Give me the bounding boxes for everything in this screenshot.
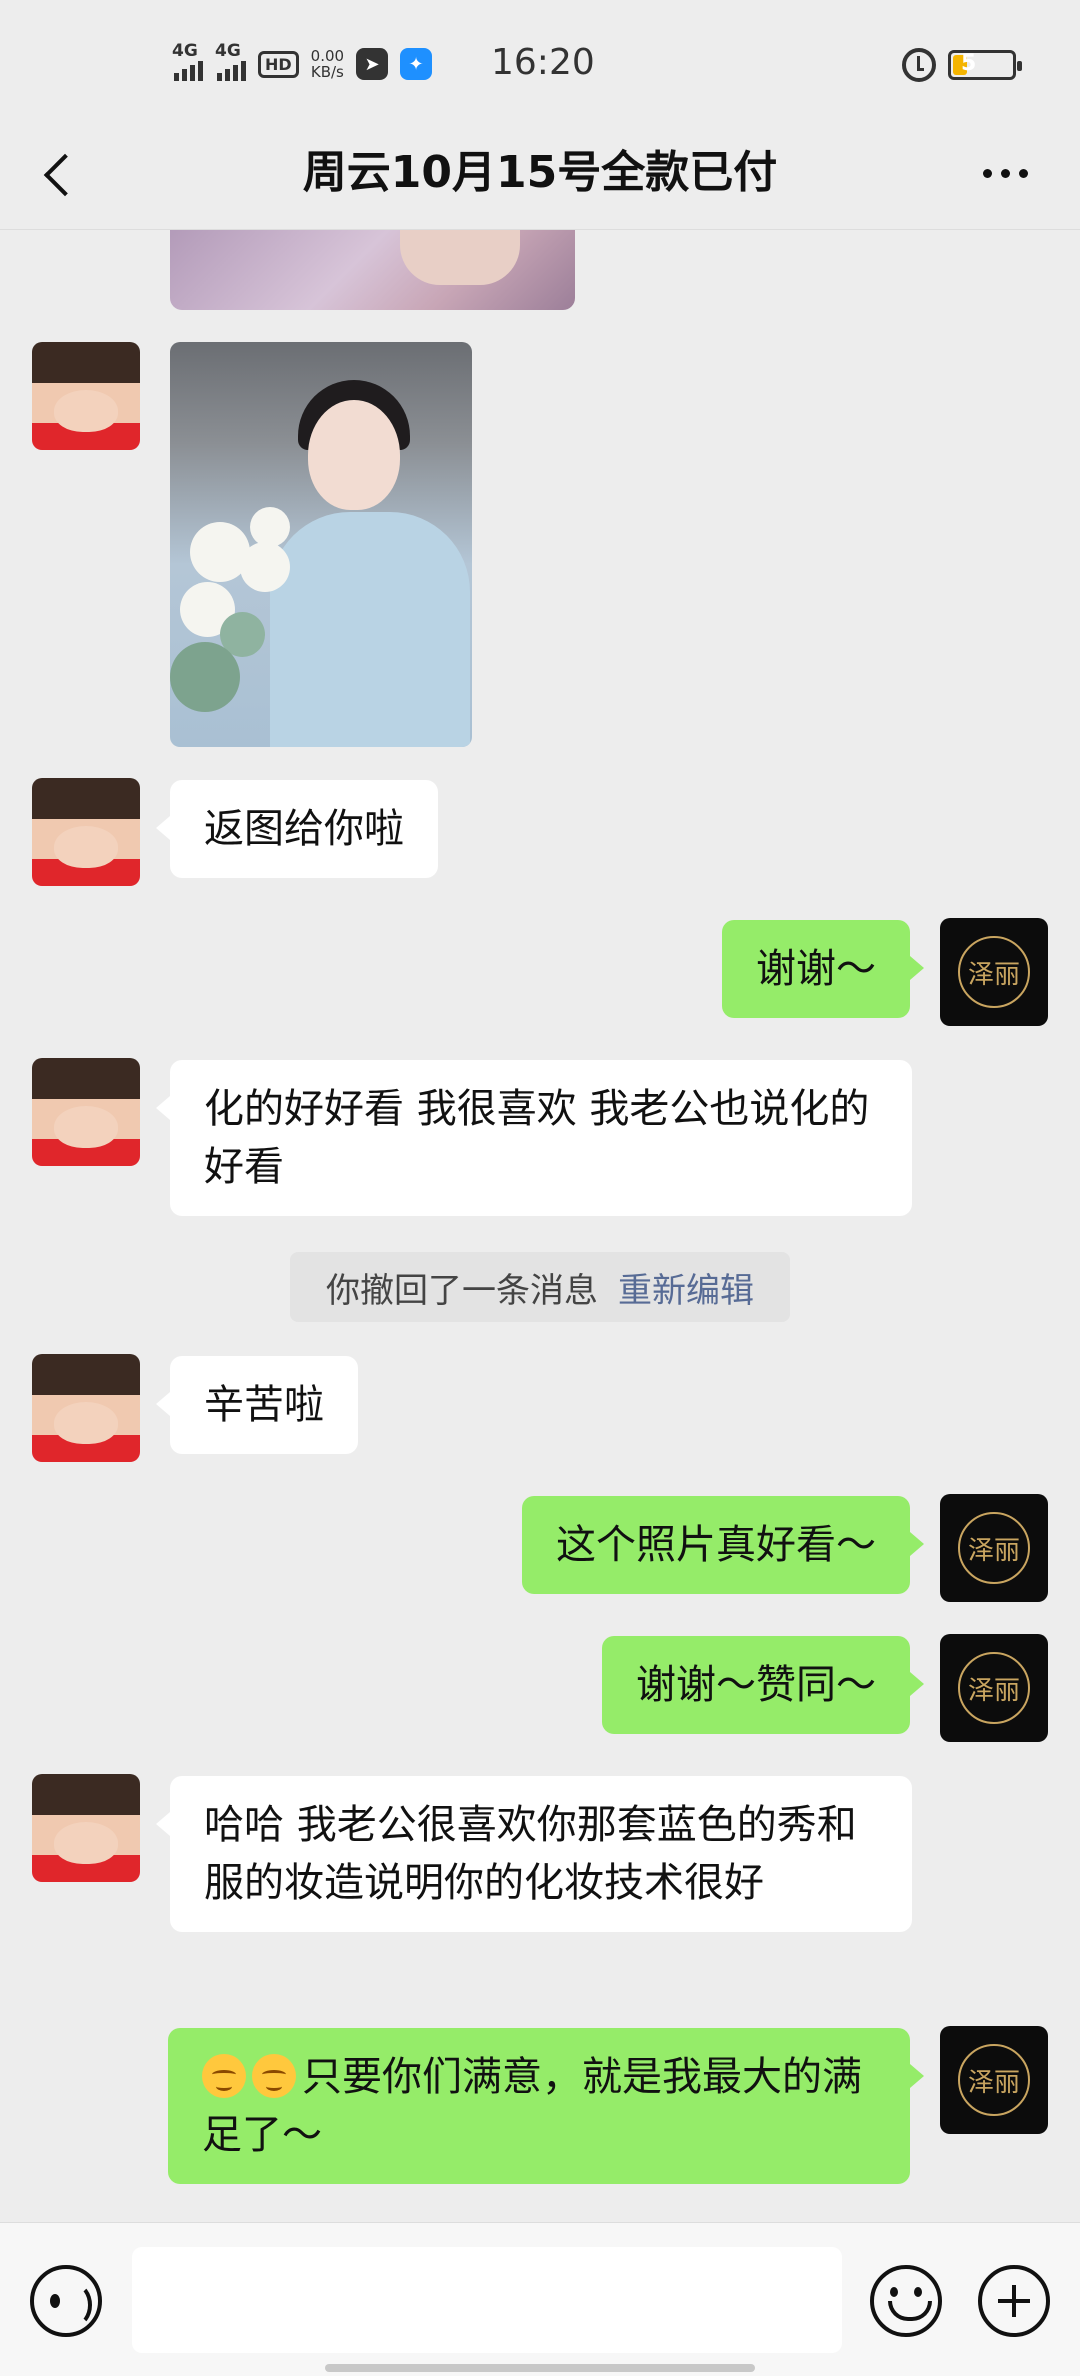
brand-logo: 泽丽 xyxy=(958,936,1030,1008)
incoming-message[interactable]: 化的好好看 我很喜欢 我老公也说化的好看 xyxy=(156,1060,912,1216)
signal-label: 4G xyxy=(215,41,241,61)
app-notification-icon: ✦ xyxy=(400,48,433,80)
net-speed: 0.00 KB/s xyxy=(311,48,344,80)
message-text: 只要你们满意，就是我最大的满足了～ xyxy=(202,2054,862,2158)
message-input[interactable] xyxy=(132,2247,842,2353)
image-message[interactable] xyxy=(170,230,575,310)
brand-logo: 泽丽 xyxy=(958,1512,1030,1584)
more-button[interactable] xyxy=(970,138,1040,208)
brand-logo: 泽丽 xyxy=(958,2044,1030,2116)
chat-title: 周云10月15号全款已付 xyxy=(302,147,778,198)
contact-avatar[interactable] xyxy=(32,1774,140,1882)
home-indicator[interactable] xyxy=(325,2364,755,2372)
contact-avatar[interactable] xyxy=(32,1354,140,1462)
net-speed-unit: KB/s xyxy=(310,63,344,81)
contact-avatar[interactable] xyxy=(32,778,140,886)
battery-icon: 5 xyxy=(948,50,1022,80)
signal-icon: 4G xyxy=(172,41,203,81)
incoming-message[interactable]: 辛苦啦 xyxy=(156,1356,358,1454)
input-bar xyxy=(0,2222,1080,2376)
image-message[interactable] xyxy=(170,342,472,747)
contact-avatar[interactable] xyxy=(32,1058,140,1166)
net-speed-value: 0.00 xyxy=(310,47,345,65)
voice-button[interactable] xyxy=(30,2265,102,2337)
status-icons: 4G 4G HD 0.00 KB/s ➤ ✦ xyxy=(172,41,433,86)
incoming-message[interactable]: 返图给你啦 xyxy=(156,780,438,878)
hd-icon: HD xyxy=(258,50,299,78)
alarm-icon xyxy=(902,48,936,82)
brand-logo: 泽丽 xyxy=(958,1652,1030,1724)
incoming-message[interactable]: 哈哈 我老公很喜欢你那套蓝色的秀和服的妆造说明你的化妆技术很好 xyxy=(156,1776,912,1932)
status-bar: 4G 4G HD 0.00 KB/s ➤ ✦ 16:20 5 xyxy=(0,0,1080,130)
signal-label: 4G xyxy=(172,41,198,61)
chat-header: 周云10月15号全款已付 xyxy=(0,118,1080,230)
re-edit-link[interactable]: 重新编辑 xyxy=(618,1263,754,1312)
outgoing-message[interactable]: 只要你们满意，就是我最大的满足了～ xyxy=(168,2028,924,2184)
my-avatar[interactable]: 泽丽 xyxy=(940,1634,1048,1742)
outgoing-message[interactable]: 谢谢～赞同～ xyxy=(602,1636,924,1734)
clock: 16:20 xyxy=(491,42,595,83)
more-dots-icon xyxy=(982,168,992,178)
plus-button[interactable] xyxy=(978,2265,1050,2337)
outgoing-message[interactable]: 这个照片真好看～ xyxy=(522,1496,924,1594)
signal-icon: 4G xyxy=(215,41,246,81)
outgoing-message[interactable]: 谢谢～ xyxy=(722,920,924,1018)
my-avatar[interactable]: 泽丽 xyxy=(940,2026,1048,2134)
my-avatar[interactable]: 泽丽 xyxy=(940,918,1048,1026)
message-list[interactable]: 返图给你啦 谢谢～ 泽丽 化的好好看 我很喜欢 我老公也说化的好看 你撤回了一条… xyxy=(0,230,1080,2222)
emoji-button[interactable] xyxy=(870,2265,942,2337)
telegram-icon: ➤ xyxy=(356,48,389,80)
contact-avatar[interactable] xyxy=(32,342,140,450)
recall-notice: 你撤回了一条消息 重新编辑 xyxy=(290,1252,790,1322)
my-avatar[interactable]: 泽丽 xyxy=(940,1494,1048,1602)
smile-emoji-icon xyxy=(252,2054,296,2098)
recall-text: 你撤回了一条消息 xyxy=(326,1270,598,1311)
battery-level: 5 xyxy=(961,51,977,76)
smile-emoji-icon xyxy=(202,2054,246,2098)
